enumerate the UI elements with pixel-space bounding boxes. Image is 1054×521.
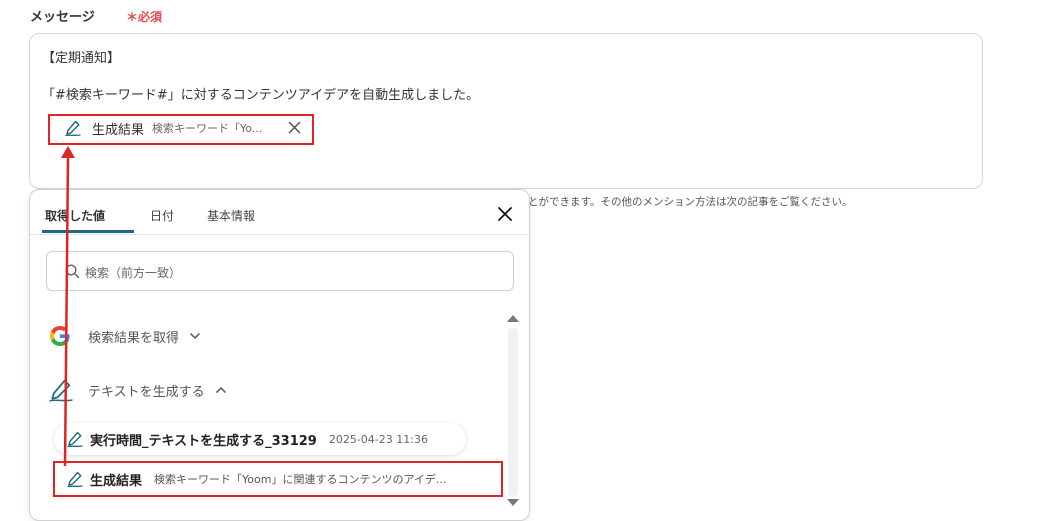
run-item-time: 2025-04-23 11:36	[328, 432, 428, 446]
pen-icon	[67, 431, 83, 448]
section-label: 検索結果を取得	[88, 330, 180, 346]
helper-text: とができます。その他のメンション方法は次の記事をご覧ください。	[528, 196, 853, 208]
scroll-down-icon[interactable]	[506, 498, 520, 508]
message-line-1: 【定期通知】	[42, 51, 121, 66]
chevron-down-icon	[190, 333, 200, 339]
scroll-up-icon[interactable]	[506, 313, 520, 323]
section-generate-text[interactable]: テキストを生成する	[48, 375, 227, 405]
tab-date[interactable]: 日付	[150, 207, 174, 224]
message-field-label: メッセージ	[30, 10, 95, 25]
required-badge: ＊必須	[126, 10, 163, 24]
result-highlight-box	[53, 461, 503, 497]
section-label: テキストを生成する	[88, 384, 205, 400]
run-item-title: 実行時間_テキストを生成する_33129	[90, 433, 317, 449]
close-icon[interactable]	[497, 206, 513, 222]
message-textarea[interactable]: 【定期通知】 「#検索キーワード#」に対するコンテンツアイデアを自動生成しました…	[29, 33, 983, 189]
scrollbar-track[interactable]	[508, 328, 518, 496]
active-tab-indicator	[42, 230, 134, 233]
google-icon	[50, 326, 70, 346]
search-icon	[65, 264, 80, 279]
tab-acquired-values[interactable]: 取得した値	[45, 207, 105, 224]
search-placeholder: 検索（前方一致）	[85, 266, 182, 280]
chevron-up-icon	[215, 387, 226, 393]
message-line-2: 「#検索キーワード#」に対するコンテンツアイデアを自動生成しました。	[42, 88, 480, 103]
tab-basic-info[interactable]: 基本情報	[207, 207, 255, 224]
run-item[interactable]: 実行時間_テキストを生成する_33129 2025-04-23 11:36	[54, 423, 466, 455]
search-input[interactable]: 検索（前方一致）	[46, 251, 514, 291]
pen-icon	[49, 379, 73, 402]
chip-highlight-box	[48, 114, 314, 145]
tabs-divider	[30, 234, 529, 235]
section-search-results[interactable]: 検索結果を取得	[48, 321, 201, 351]
